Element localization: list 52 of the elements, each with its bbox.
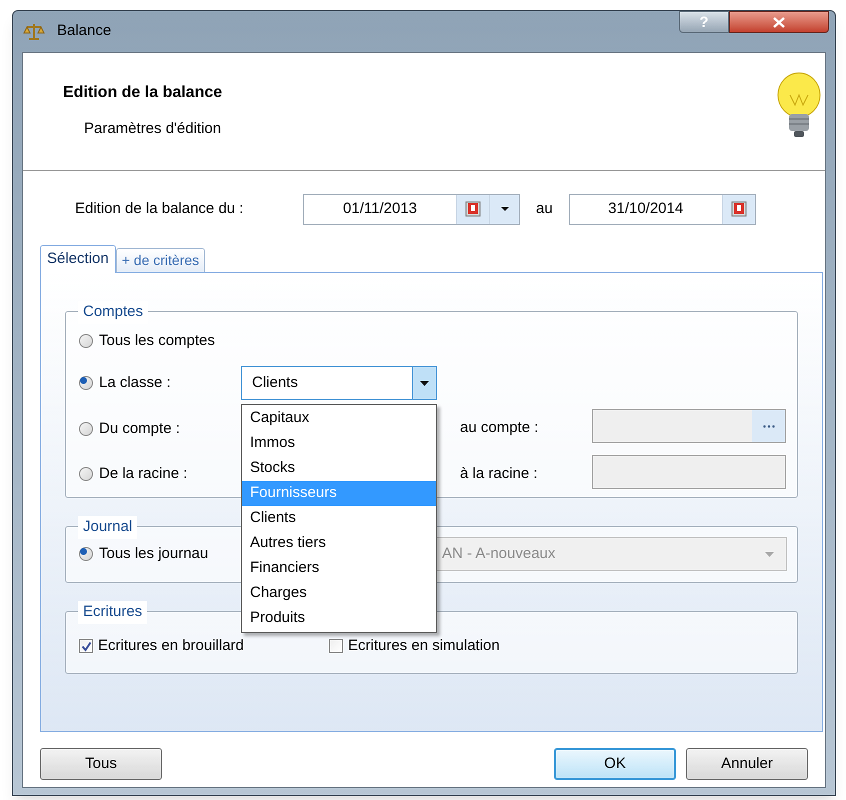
dialog-button[interactable]: Tous (40, 748, 162, 780)
checkbox-label: Ecritures en simulation (348, 636, 500, 656)
calendar-button[interactable] (456, 194, 489, 224)
radio-label: Tous les journau (99, 544, 208, 564)
tab[interactable]: Sélection (40, 245, 116, 273)
period-label: Edition de la balance du : (75, 198, 244, 219)
combo-value: Clients (251, 372, 299, 393)
radio-button[interactable] (79, 467, 93, 481)
combo-value: AN - A-nouveaux (442, 544, 556, 564)
dropdown-arrow-icon (765, 552, 774, 556)
radio-label: Du compte : (99, 418, 180, 439)
dialog-title: Edition de la balance (63, 83, 222, 103)
calendar-icon (465, 201, 481, 217)
checkbox[interactable] (329, 639, 343, 653)
dialog-button[interactable]: OK (554, 748, 676, 780)
calendar-button[interactable] (722, 194, 755, 224)
checkbox[interactable] (79, 639, 93, 653)
field-label: au compte : (460, 418, 538, 438)
dropdown-option[interactable]: Immos (242, 431, 436, 456)
dropdown-button[interactable] (489, 194, 519, 224)
date-value: 01/11/2013 (342, 198, 418, 219)
ellipsis-icon (762, 424, 774, 428)
radio-button[interactable] (79, 547, 93, 561)
radio-button[interactable] (79, 422, 93, 436)
radio-label: La classe : (99, 372, 171, 393)
light-bulb-icon (775, 71, 823, 139)
dialog-button[interactable]: Annuler (686, 748, 808, 780)
calendar-icon (730, 201, 747, 217)
caret-icon (500, 207, 508, 211)
dropdown-option[interactable]: Charges (242, 581, 436, 606)
checkbox-label: Ecritures en brouillard (98, 636, 244, 656)
group-legend: Journal (78, 516, 138, 538)
dropdown-option[interactable]: Produits (242, 606, 436, 631)
dropdown-option[interactable]: Stocks (242, 456, 436, 481)
class-combo[interactable]: Clients (241, 366, 437, 400)
dialog-subtitle: Paramètres d'édition (84, 119, 222, 139)
group-legend: Ecritures (78, 601, 148, 624)
window-title: Balance (57, 21, 112, 42)
dropdown-option[interactable]: Clients (242, 506, 436, 531)
close-button[interactable] (729, 11, 829, 33)
radio-label: De la racine : (99, 464, 188, 484)
radio-button[interactable] (79, 334, 93, 348)
tab[interactable]: + de critères (116, 248, 206, 272)
date-value: 31/10/2014 (607, 198, 684, 219)
close-icon (773, 16, 785, 28)
field-label: à la racine : (460, 464, 538, 484)
radio-button[interactable] (79, 376, 93, 390)
dropdown-option[interactable]: Capitaux (242, 406, 436, 431)
separator-label: au (536, 198, 553, 219)
date-field[interactable]: 01/11/2013 (303, 194, 520, 224)
date-field[interactable]: 31/10/2014 (568, 194, 756, 224)
radio-label: Tous les comptes (99, 330, 215, 351)
